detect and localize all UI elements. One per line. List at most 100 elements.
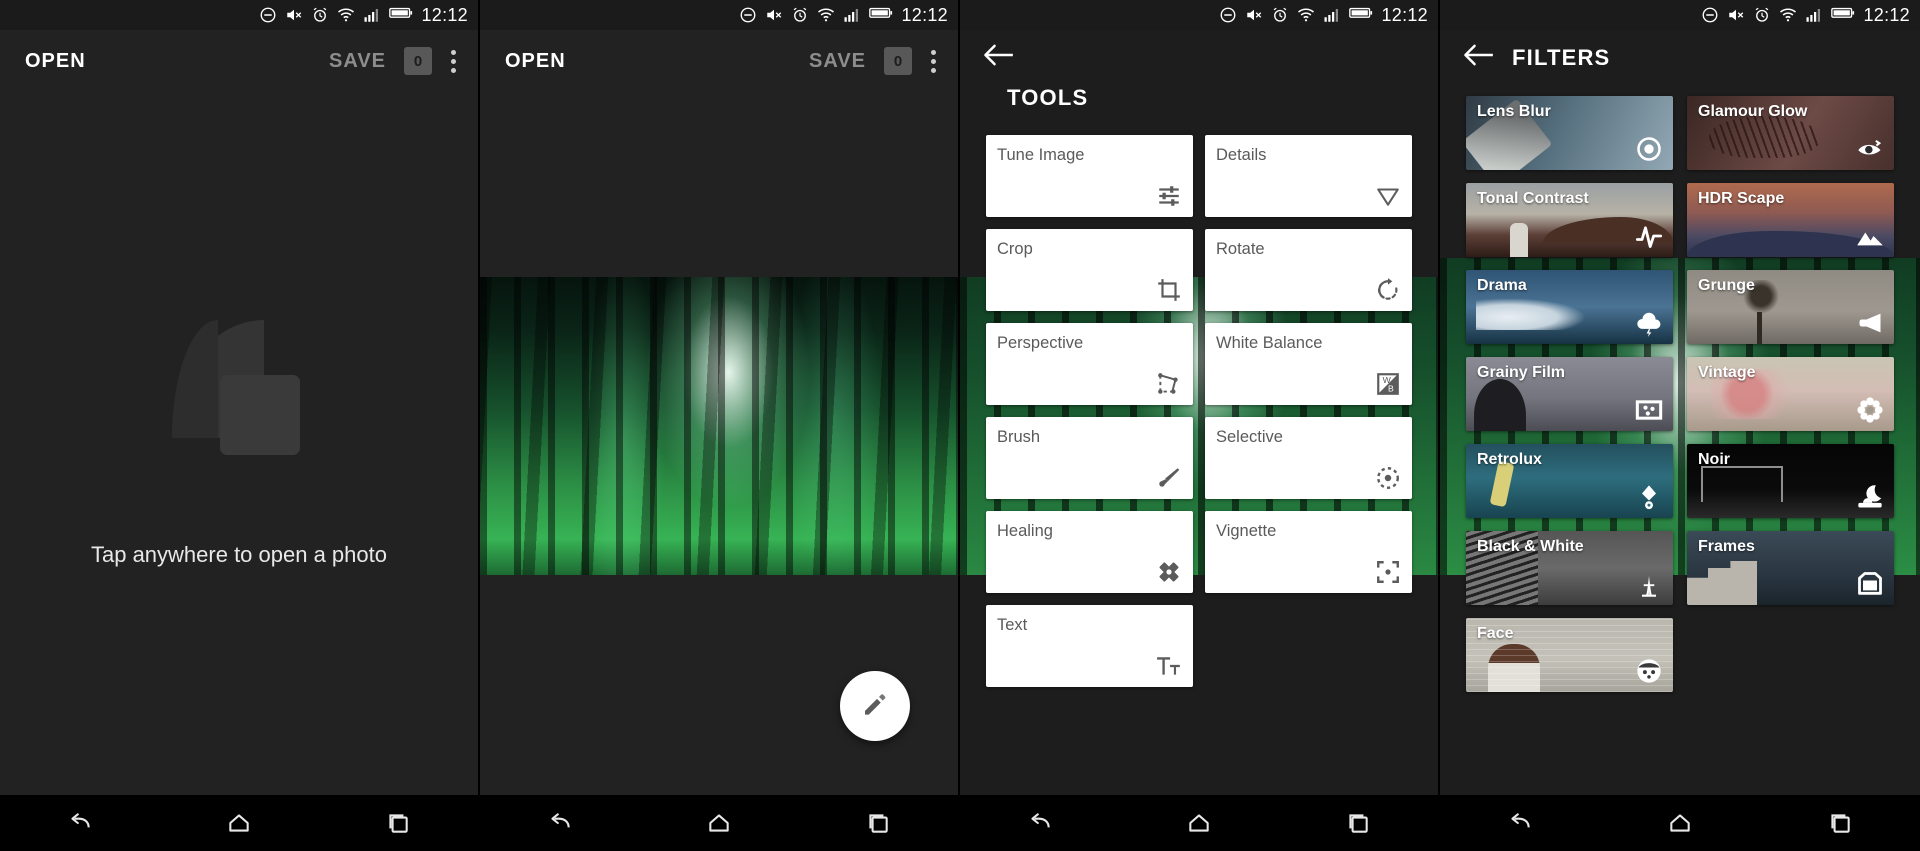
tool-card-rotate[interactable]: Rotate <box>1205 229 1412 311</box>
crop-icon <box>1152 273 1182 303</box>
nav-home-icon[interactable] <box>1171 803 1227 843</box>
filter-card-vintage[interactable]: Vintage <box>1687 357 1894 431</box>
tool-label: Brush <box>997 428 1041 446</box>
wifi-icon <box>1297 6 1315 24</box>
tool-card-vignette[interactable]: Vignette <box>1205 511 1412 593</box>
nav-bar-4 <box>1440 795 1920 851</box>
photo-canvas[interactable] <box>480 277 958 575</box>
nav-back-icon[interactable] <box>532 803 588 843</box>
nav-bar-1 <box>0 795 478 851</box>
cellular-signal-icon <box>1805 6 1823 24</box>
edit-count-badge[interactable]: 0 <box>884 47 912 75</box>
healing-bandage-icon <box>1152 555 1182 585</box>
tool-card-brush[interactable]: Brush <box>986 417 1193 499</box>
filter-card-grainy-film[interactable]: Grainy Film <box>1466 357 1673 431</box>
volume-mute-icon <box>285 6 303 24</box>
overflow-menu-icon[interactable] <box>930 49 936 73</box>
filter-label: Noir <box>1698 451 1730 468</box>
flower-icon <box>1854 394 1884 424</box>
tool-label: Details <box>1216 146 1267 164</box>
status-clock: 12:12 <box>1863 4 1910 25</box>
do-not-disturb-icon <box>1219 6 1237 24</box>
nav-back-icon[interactable] <box>1492 803 1548 843</box>
filter-label: Black & White <box>1477 538 1584 555</box>
status-bar-4: 12:12 <box>1440 0 1920 30</box>
nav-back-icon[interactable] <box>52 803 108 843</box>
nav-home-icon[interactable] <box>691 803 747 843</box>
filter-card-hdr-scape[interactable]: HDR Scape <box>1687 183 1894 257</box>
snapseed-logo-icon <box>164 319 314 470</box>
tool-label: Text <box>997 616 1028 634</box>
frame-icon <box>1854 568 1884 598</box>
tool-card-perspective[interactable]: Perspective <box>986 323 1193 405</box>
tool-card-tune-image[interactable]: Tune Image <box>986 135 1193 217</box>
nav-home-icon[interactable] <box>1652 803 1708 843</box>
empty-state-area[interactable]: Tap anywhere to open a photo <box>0 92 478 795</box>
status-bar-1: 12:12 <box>0 0 478 30</box>
tool-card-white-balance[interactable]: White Balance WB <box>1205 323 1412 405</box>
filter-card-frames[interactable]: Frames <box>1687 531 1894 605</box>
cellular-signal-icon <box>843 6 861 24</box>
do-not-disturb-icon <box>259 6 277 24</box>
filter-label: Vintage <box>1698 364 1756 381</box>
filter-card-black-and-white[interactable]: Black & White <box>1466 531 1673 605</box>
tool-label: White Balance <box>1216 334 1323 352</box>
screen-empty-state: 12:12 OPEN SAVE 0 Tap anywhere to open a… <box>0 0 480 851</box>
filter-card-grunge[interactable]: Grunge <box>1687 270 1894 344</box>
face-icon <box>1633 655 1663 685</box>
filter-card-noir[interactable]: Noir <box>1687 444 1894 518</box>
tool-card-healing[interactable]: Healing <box>986 511 1193 593</box>
filter-card-retrolux[interactable]: Retrolux <box>1466 444 1673 518</box>
nav-recents-icon[interactable] <box>1812 803 1868 843</box>
megaphone-icon <box>1854 307 1884 337</box>
do-not-disturb-icon <box>739 6 757 24</box>
screen-photo-loaded: 12:12 OPEN SAVE 0 <box>480 0 960 851</box>
tool-card-crop[interactable]: Crop <box>986 229 1193 311</box>
eiffel-tower-icon <box>1633 568 1663 598</box>
filter-label: Tonal Contrast <box>1477 190 1589 207</box>
svg-text:B: B <box>1388 384 1394 394</box>
tool-card-selective[interactable]: Selective <box>1205 417 1412 499</box>
filter-card-drama[interactable]: Drama <box>1466 270 1673 344</box>
overflow-menu-icon[interactable] <box>450 49 456 73</box>
nav-back-icon[interactable] <box>1012 803 1068 843</box>
filter-card-lens-blur[interactable]: Lens Blur <box>1466 96 1673 170</box>
filter-label: Frames <box>1698 538 1755 555</box>
wifi-icon <box>1779 6 1797 24</box>
filter-label: Lens Blur <box>1477 103 1551 120</box>
mountains-icon <box>1854 220 1884 250</box>
volume-mute-icon <box>765 6 783 24</box>
retro-lamp-icon <box>1633 481 1663 511</box>
nav-recents-icon[interactable] <box>370 803 426 843</box>
screen-tools: 12:12 TOOLS Tune Image Details Crop Rota… <box>960 0 1440 851</box>
open-button[interactable]: OPEN <box>25 50 86 73</box>
nav-recents-icon[interactable] <box>1330 803 1386 843</box>
tool-label: Healing <box>997 522 1053 540</box>
back-arrow-icon[interactable] <box>1462 42 1494 73</box>
tool-label: Selective <box>1216 428 1283 446</box>
save-button[interactable]: SAVE <box>809 50 866 73</box>
filters-header: FILTERS <box>1440 30 1920 73</box>
nav-recents-icon[interactable] <box>850 803 906 843</box>
filter-label: Face <box>1477 625 1514 642</box>
nav-home-icon[interactable] <box>211 803 267 843</box>
open-button[interactable]: OPEN <box>505 50 566 73</box>
filter-card-face[interactable]: Face <box>1466 618 1673 692</box>
filter-card-tonal-contrast[interactable]: Tonal Contrast <box>1466 183 1673 257</box>
screen-filters: 12:12 FILTERS Lens Blur Glamour Glow Ton… <box>1440 0 1920 851</box>
film-grain-icon <box>1633 394 1663 424</box>
save-button[interactable]: SAVE <box>329 50 386 73</box>
tool-label: Vignette <box>1216 522 1277 540</box>
do-not-disturb-icon <box>1701 6 1719 24</box>
filter-card-glamour-glow[interactable]: Glamour Glow <box>1687 96 1894 170</box>
nav-bar-3 <box>960 795 1438 851</box>
edit-count-badge[interactable]: 0 <box>404 47 432 75</box>
back-arrow-icon[interactable] <box>982 42 1438 73</box>
filter-label: Drama <box>1477 277 1527 294</box>
battery-icon <box>389 6 413 24</box>
tool-card-text[interactable]: Text <box>986 605 1193 687</box>
volume-mute-icon <box>1245 6 1263 24</box>
tool-card-details[interactable]: Details <box>1205 135 1412 217</box>
edit-fab-button[interactable] <box>840 671 910 741</box>
lens-blur-icon <box>1633 133 1663 163</box>
